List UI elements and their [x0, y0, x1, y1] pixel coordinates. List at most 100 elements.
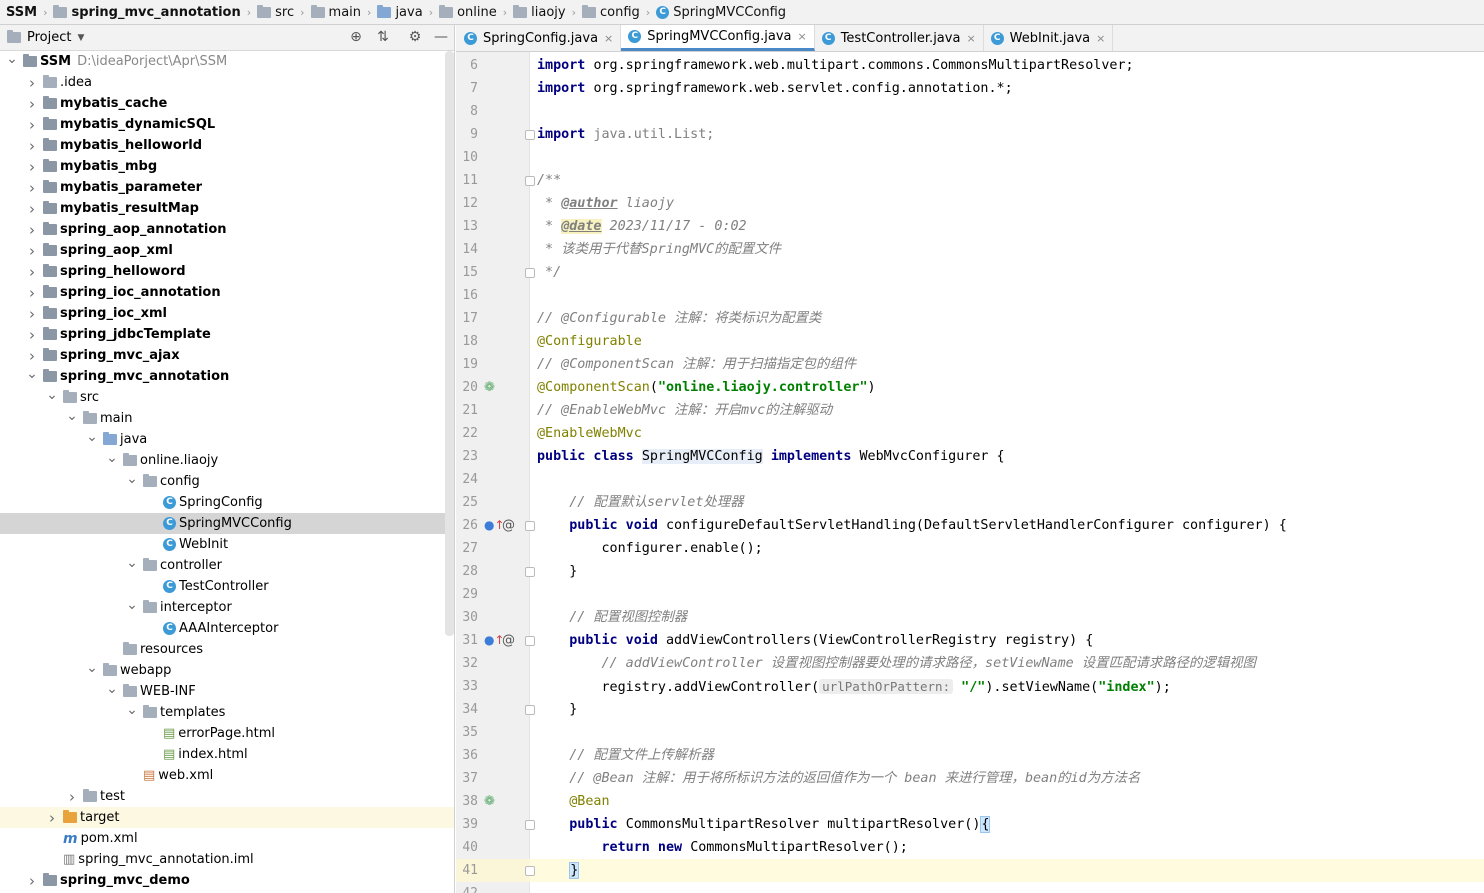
chevron-right-icon[interactable]: ›	[25, 221, 39, 239]
breadcrumb-item[interactable]: config	[582, 0, 640, 24]
chevron-right-icon[interactable]: ›	[25, 137, 39, 155]
breadcrumb-item[interactable]: main	[310, 0, 361, 24]
tree-item[interactable]: › spring_helloword	[0, 261, 454, 282]
chevron-right-icon[interactable]: ›	[25, 326, 39, 344]
tree-item[interactable]: m pom.xml	[0, 828, 454, 849]
fold-icon[interactable]	[525, 176, 535, 186]
close-icon[interactable]: ×	[797, 30, 806, 43]
tab-webinit[interactable]: C WebInit.java ×	[984, 25, 1114, 51]
breadcrumb-item[interactable]: SSM	[6, 0, 37, 24]
tree-item[interactable]: › test	[0, 786, 454, 807]
bean-icon[interactable]: ❁	[484, 376, 495, 399]
tree-item[interactable]: ⌄ SSM D:\ideaPorject\Apr\SSM	[0, 51, 454, 72]
chevron-right-icon[interactable]: ›	[25, 116, 39, 134]
chevron-down-icon[interactable]: ⌄	[125, 702, 139, 718]
tree-item[interactable]: › spring_ioc_xml	[0, 303, 454, 324]
chevron-right-icon[interactable]: ›	[25, 347, 39, 365]
tree-item[interactable]: ⌄ config	[0, 471, 454, 492]
chevron-right-icon[interactable]: ›	[25, 95, 39, 113]
chevron-down-icon[interactable]: ⌄	[85, 429, 99, 445]
tree-item[interactable]: ⌄ main	[0, 408, 454, 429]
tree-item[interactable]: ⌄ templates	[0, 702, 454, 723]
tree-item[interactable]: C SpringConfig	[0, 492, 454, 513]
crosshair-icon[interactable]: ⊕	[347, 29, 365, 45]
chevron-down-icon[interactable]: ⌄	[5, 51, 19, 67]
tree-item[interactable]: ⌄ interceptor	[0, 597, 454, 618]
chevron-right-icon[interactable]: ›	[25, 74, 39, 92]
tree-item[interactable]: › mybatis_resultMap	[0, 198, 454, 219]
chevron-right-icon[interactable]: ›	[25, 305, 39, 323]
project-panel-title[interactable]: Project	[27, 30, 71, 45]
tree-item[interactable]: ⌄ WEB-INF	[0, 681, 454, 702]
breadcrumb-item[interactable]: spring_mvc_annotation	[53, 0, 241, 24]
chevron-right-icon[interactable]: ›	[25, 263, 39, 281]
tree-scrollbar[interactable]	[445, 51, 454, 636]
chevron-down-icon[interactable]: ⌄	[65, 408, 79, 424]
breadcrumb-item[interactable]: java	[377, 0, 423, 24]
fold-icon[interactable]	[525, 130, 535, 140]
tree-item[interactable]: › spring_mvc_ajax	[0, 345, 454, 366]
tree-item[interactable]: › spring_aop_xml	[0, 240, 454, 261]
chevron-right-icon[interactable]: ›	[25, 242, 39, 260]
collapse-all-icon[interactable]: ⇅	[374, 29, 392, 45]
chevron-right-icon[interactable]: ›	[25, 284, 39, 302]
fold-icon[interactable]	[525, 636, 535, 646]
fold-icon[interactable]	[525, 705, 535, 715]
tree-item[interactable]: ▤ web.xml	[0, 765, 454, 786]
chevron-right-icon[interactable]: ›	[45, 809, 59, 827]
chevron-down-icon[interactable]: ⌄	[45, 387, 59, 403]
fold-icon[interactable]	[525, 567, 535, 577]
tree-item[interactable]: C WebInit	[0, 534, 454, 555]
chevron-down-icon[interactable]: ▼	[77, 33, 84, 43]
fold-icon[interactable]	[525, 866, 535, 876]
gear-icon[interactable]: ⚙	[406, 29, 424, 45]
chevron-down-icon[interactable]: ⌄	[125, 471, 139, 487]
tree-item[interactable]: ⌄ controller	[0, 555, 454, 576]
tree-item[interactable]: › mybatis_mbg	[0, 156, 454, 177]
tree-item[interactable]: › spring_jdbcTemplate	[0, 324, 454, 345]
tree-item[interactable]: › mybatis_dynamicSQL	[0, 114, 454, 135]
tree-item[interactable]: › mybatis_cache	[0, 93, 454, 114]
at-icon[interactable]: @	[502, 514, 515, 537]
minimize-icon[interactable]: —	[432, 29, 450, 45]
tree-item[interactable]: ⌄ src	[0, 387, 454, 408]
tree-item[interactable]: › spring_mvc_demo	[0, 870, 454, 891]
chevron-down-icon[interactable]: ⌄	[105, 681, 119, 697]
tree-item[interactable]: ▤ errorPage.html	[0, 723, 454, 744]
close-icon[interactable]: ×	[604, 32, 613, 45]
fold-icon[interactable]	[525, 820, 535, 830]
breadcrumb-item[interactable]: src	[257, 0, 294, 24]
tree-item[interactable]: resources	[0, 639, 454, 660]
tree-item[interactable]: C SpringMVCConfig	[0, 513, 454, 534]
tree-item[interactable]: ⌄ online.liaojy	[0, 450, 454, 471]
chevron-right-icon[interactable]: ›	[25, 158, 39, 176]
chevron-right-icon[interactable]: ›	[25, 872, 39, 890]
chevron-down-icon[interactable]: ⌄	[125, 597, 139, 613]
tab-springconfig[interactable]: C SpringConfig.java ×	[456, 25, 622, 51]
tree-item[interactable]: › spring_ioc_annotation	[0, 282, 454, 303]
fold-icon[interactable]	[525, 268, 535, 278]
chevron-down-icon[interactable]: ⌄	[85, 660, 99, 676]
fold-icon[interactable]	[525, 521, 535, 531]
chevron-right-icon[interactable]: ›	[25, 200, 39, 218]
tree-item[interactable]: › target	[0, 807, 454, 828]
tree-item[interactable]: ⌄ java	[0, 429, 454, 450]
chevron-right-icon[interactable]: ›	[65, 788, 79, 806]
tree-item[interactable]: ▤ index.html	[0, 744, 454, 765]
tree-item[interactable]: › .idea	[0, 72, 454, 93]
breadcrumb-item[interactable]: C SpringMVCConfig	[656, 0, 786, 24]
tab-testcontroller[interactable]: C TestController.java ×	[815, 25, 984, 51]
tree-item[interactable]: › mybatis_parameter	[0, 177, 454, 198]
tab-springmvcconfig[interactable]: C SpringMVCConfig.java ×	[621, 25, 815, 51]
chevron-down-icon[interactable]: ⌄	[25, 366, 39, 382]
tree-item[interactable]: ⌄ spring_mvc_annotation	[0, 366, 454, 387]
close-icon[interactable]: ×	[966, 32, 975, 45]
tree-item[interactable]: C AAAInterceptor	[0, 618, 454, 639]
at-icon[interactable]: @	[502, 629, 515, 652]
tree-item[interactable]: ▥ spring_mvc_annotation.iml	[0, 849, 454, 870]
tree-item[interactable]: C TestController	[0, 576, 454, 597]
close-icon[interactable]: ×	[1096, 32, 1105, 45]
chevron-down-icon[interactable]: ⌄	[105, 450, 119, 466]
breadcrumb-item[interactable]: online	[439, 0, 497, 24]
tree-item[interactable]: › spring_aop_annotation	[0, 219, 454, 240]
